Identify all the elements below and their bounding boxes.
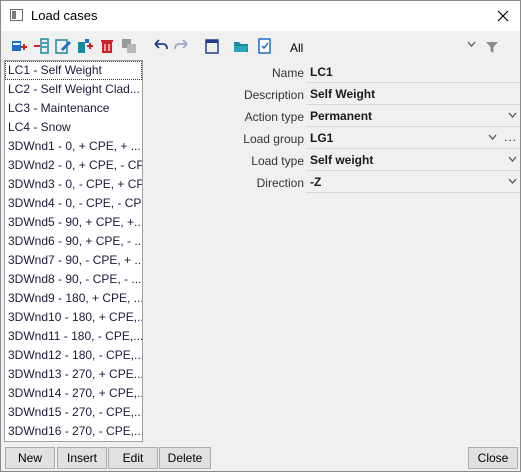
list-item[interactable]: 3DWnd15 - 270, - CPE,... xyxy=(5,403,142,422)
chevron-down-icon[interactable] xyxy=(467,41,476,47)
description-value: Self Weight xyxy=(310,87,376,101)
toolbar: All xyxy=(1,32,520,60)
properties-panel: Name LC1 Description Self Weight Action … xyxy=(144,60,520,442)
chevron-down-icon[interactable] xyxy=(508,178,517,184)
list-item[interactable]: LC4 - Snow xyxy=(5,118,142,137)
insert-button[interactable]: Insert xyxy=(57,447,107,469)
property-label: Load group xyxy=(243,132,304,146)
delete-button[interactable]: Delete xyxy=(159,447,211,469)
load-type-value: Self weight xyxy=(310,153,374,167)
window-title: Load cases xyxy=(31,8,98,23)
list-item[interactable]: 3DWnd8 - 90, - CPE, - ... xyxy=(5,270,142,289)
list-item[interactable]: 3DWnd13 - 270, + CPE... xyxy=(5,365,142,384)
chevron-down-icon[interactable] xyxy=(508,112,517,118)
list-item[interactable]: 3DWnd2 - 0, + CPE, - CPI xyxy=(5,156,142,175)
action-type-value: Permanent xyxy=(310,109,373,123)
property-label: Action type xyxy=(244,110,304,124)
title-bar: Load cases xyxy=(1,1,520,31)
new-button[interactable]: New xyxy=(5,447,55,469)
list-item[interactable]: 3DWnd11 - 180, - CPE,... xyxy=(5,327,142,346)
close-icon xyxy=(497,10,508,22)
button-bar: New Insert Edit Delete Close xyxy=(1,442,520,471)
list-item[interactable]: 3DWnd9 - 180, + CPE, ... xyxy=(5,289,142,308)
close-window-button[interactable] xyxy=(485,1,520,31)
property-label: Description xyxy=(243,88,304,102)
edit-item-icon[interactable] xyxy=(54,37,72,55)
list-item[interactable]: 3DWnd16 - 270, - CPE,... xyxy=(5,422,142,441)
property-label: Name xyxy=(271,66,304,80)
list-item[interactable]: LC2 - Self Weight Clad... xyxy=(5,80,142,99)
property-row-name: Name LC1 xyxy=(144,62,520,84)
name-value: LC1 xyxy=(310,65,333,79)
load-group-value: LG1 xyxy=(310,131,334,145)
property-row-action-type: Action type Permanent xyxy=(144,106,520,128)
add-item-icon[interactable] xyxy=(10,37,28,55)
list-item[interactable]: LC1 - Self Weight xyxy=(5,61,142,80)
list-item[interactable]: 3DWnd7 - 90, - CPE, + ... xyxy=(5,251,142,270)
list-item[interactable]: LC3 - Maintenance xyxy=(5,99,142,118)
open-folder-icon[interactable] xyxy=(232,37,250,55)
duplicate-icon xyxy=(122,39,136,53)
delete-item-icon[interactable] xyxy=(98,37,116,55)
load-group-select[interactable]: LG1 ... xyxy=(306,128,520,149)
redo-icon xyxy=(174,39,188,50)
list-item[interactable]: 3DWnd5 - 90, + CPE, +... xyxy=(5,213,142,232)
close-button[interactable]: Close xyxy=(468,447,518,469)
filter-icon[interactable] xyxy=(485,40,499,54)
name-field[interactable]: LC1 xyxy=(306,62,520,83)
chevron-down-icon[interactable] xyxy=(508,156,517,162)
property-row-description: Description Self Weight xyxy=(144,84,520,106)
property-label: Load type xyxy=(251,154,304,168)
direction-value: -Z xyxy=(310,175,322,189)
load-case-list[interactable]: LC1 - Self Weight LC2 - Self Weight Clad.… xyxy=(4,60,143,442)
list-item[interactable]: 3DWnd10 - 180, + CPE,... xyxy=(5,308,142,327)
table-view-icon[interactable] xyxy=(203,37,221,55)
property-row-load-group: Load group LG1 ... xyxy=(144,128,520,150)
direction-select[interactable]: -Z xyxy=(306,172,520,193)
load-type-select[interactable]: Self weight xyxy=(306,150,520,171)
list-item[interactable]: 3DWnd14 - 270, + CPE,... xyxy=(5,384,142,403)
property-row-load-type: Load type Self weight xyxy=(144,150,520,172)
window-icon xyxy=(10,9,23,21)
load-group-browse-button[interactable]: ... xyxy=(504,130,517,144)
property-row-direction: Direction -Z xyxy=(144,172,520,194)
list-item[interactable]: 3DWnd3 - 0, - CPE, + CPI xyxy=(5,175,142,194)
check-document-icon[interactable] xyxy=(256,37,274,55)
list-item[interactable]: 3DWnd12 - 180, - CPE,... xyxy=(5,346,142,365)
list-item[interactable]: 3DWnd1 - 0, + CPE, + ... xyxy=(5,137,142,156)
insert-item-icon[interactable] xyxy=(32,37,50,55)
edit-button[interactable]: Edit xyxy=(108,447,158,469)
property-label: Direction xyxy=(256,176,304,190)
undo-icon[interactable] xyxy=(151,37,169,55)
load-cases-dialog: Load cases All LC1 - Self Weight LC2 - S… xyxy=(0,0,521,472)
copy-item-icon[interactable] xyxy=(76,37,94,55)
chevron-down-icon[interactable] xyxy=(488,134,497,140)
action-type-select[interactable]: Permanent xyxy=(306,106,520,127)
filter-combo-value[interactable]: All xyxy=(290,41,303,55)
description-field[interactable]: Self Weight xyxy=(306,84,520,105)
list-item[interactable]: 3DWnd6 - 90, + CPE, - ... xyxy=(5,232,142,251)
list-item[interactable]: 3DWnd4 - 0, - CPE, - CPI xyxy=(5,194,142,213)
